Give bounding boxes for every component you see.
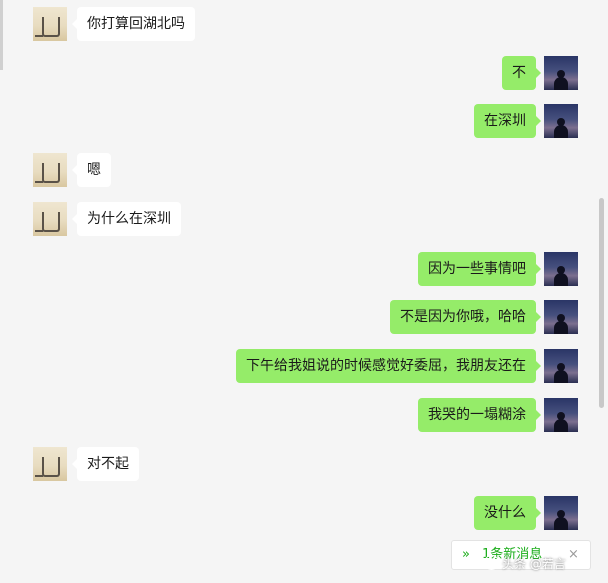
watermark-logo-icon [484,555,499,570]
self-avatar[interactable] [544,496,578,530]
self-avatar[interactable] [544,104,578,138]
contact-avatar[interactable] [33,447,67,481]
received-message-bubble[interactable]: 为什么在深圳 [72,202,181,236]
message-row: 你打算回湖北吗 [0,7,608,41]
received-message-bubble[interactable]: 你打算回湖北吗 [72,7,195,41]
message-row: 不是因为你哦，哈哈 [0,300,608,334]
self-avatar[interactable] [544,252,578,286]
sent-message-bubble[interactable]: 不 [502,56,541,90]
message-row: 嗯 [0,153,608,187]
self-avatar[interactable] [544,56,578,90]
message-row: 因为一些事情吧 [0,252,608,286]
message-row: 我哭的一塌糊涂 [0,398,608,432]
contact-avatar[interactable] [33,153,67,187]
message-row: 下午给我姐说的时候感觉好委屈，我朋友还在 [0,349,608,383]
vertical-scrollbar[interactable] [599,198,604,408]
chevron-double-down-icon[interactable]: » [462,541,470,569]
sent-message-bubble[interactable]: 在深圳 [474,104,541,138]
self-avatar[interactable] [544,349,578,383]
watermark-text: 头条 @若言 [502,557,566,571]
received-message-bubble[interactable]: 对不起 [72,447,139,481]
sent-message-bubble[interactable]: 因为一些事情吧 [418,252,541,286]
message-row: 没什么 [0,496,608,530]
message-row: 为什么在深圳 [0,202,608,236]
message-row: 不 [0,56,608,90]
chat-window: 你打算回湖北吗 不 在深圳 嗯 为什么在深圳 因为一些事情吧 不是因为你哦，哈哈… [0,0,608,583]
sent-message-bubble[interactable]: 没什么 [474,496,541,530]
message-row: 在深圳 [0,104,608,138]
close-icon[interactable]: × [568,541,579,569]
contact-avatar[interactable] [33,202,67,236]
sent-message-bubble[interactable]: 下午给我姐说的时候感觉好委屈，我朋友还在 [236,349,541,383]
self-avatar[interactable] [544,300,578,334]
received-message-bubble[interactable]: 嗯 [72,153,111,187]
contact-avatar[interactable] [33,7,67,41]
self-avatar[interactable] [544,398,578,432]
sent-message-bubble[interactable]: 我哭的一塌糊涂 [418,398,541,432]
message-row: 对不起 [0,447,608,481]
sent-message-bubble[interactable]: 不是因为你哦，哈哈 [390,300,541,334]
watermark: 头条 @若言 [484,555,566,572]
